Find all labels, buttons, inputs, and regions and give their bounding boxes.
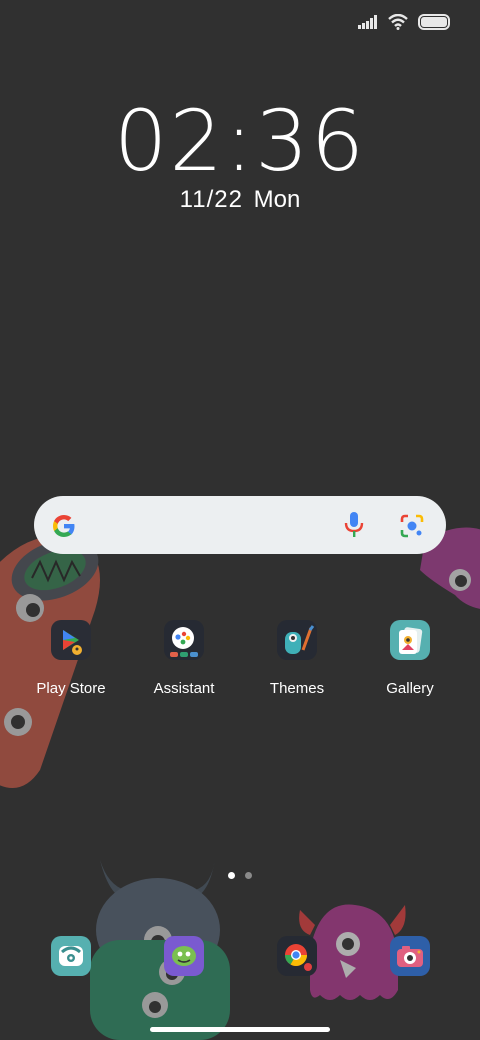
app-label: Assistant — [153, 680, 215, 697]
google-logo-icon — [53, 515, 75, 537]
date-text: 11/22 — [179, 186, 243, 213]
app-themes[interactable]: Themes — [247, 620, 347, 697]
assistant-icon — [164, 620, 204, 660]
chrome-icon[interactable] — [277, 936, 317, 976]
google-lens-icon[interactable] — [398, 512, 426, 540]
play-store-icon — [51, 620, 91, 660]
wifi-icon — [388, 14, 408, 30]
microphone-icon[interactable] — [342, 510, 366, 540]
app-label: Gallery — [386, 680, 434, 697]
signal-icon — [358, 15, 377, 29]
status-bar — [358, 14, 450, 30]
battery-level — [421, 17, 447, 27]
themes-icon — [277, 620, 317, 660]
app-gallery[interactable]: Gallery — [360, 620, 460, 697]
app-play-store[interactable]: Play Store — [21, 620, 121, 697]
page-dot-2[interactable] — [245, 872, 252, 879]
page-indicator[interactable] — [228, 872, 252, 879]
home-screen: 02:36 11/22 Mon Play Store Assistant The… — [0, 0, 480, 1040]
messages-icon[interactable] — [164, 936, 204, 976]
day-text: Mon — [253, 186, 301, 213]
clock-time[interactable]: 02:36 — [0, 92, 480, 190]
app-label: Play Store — [36, 680, 106, 697]
app-label: Themes — [269, 680, 325, 697]
gallery-icon — [390, 620, 430, 660]
home-gesture-bar[interactable] — [150, 1027, 330, 1032]
google-search-bar[interactable] — [34, 496, 446, 554]
battery-icon — [418, 14, 450, 30]
clock-date[interactable]: 11/22 Mon — [0, 186, 480, 214]
camera-icon[interactable] — [390, 936, 430, 976]
phone-icon[interactable] — [51, 936, 91, 976]
app-assistant[interactable]: Assistant — [134, 620, 234, 697]
page-dot-1[interactable] — [228, 872, 235, 879]
